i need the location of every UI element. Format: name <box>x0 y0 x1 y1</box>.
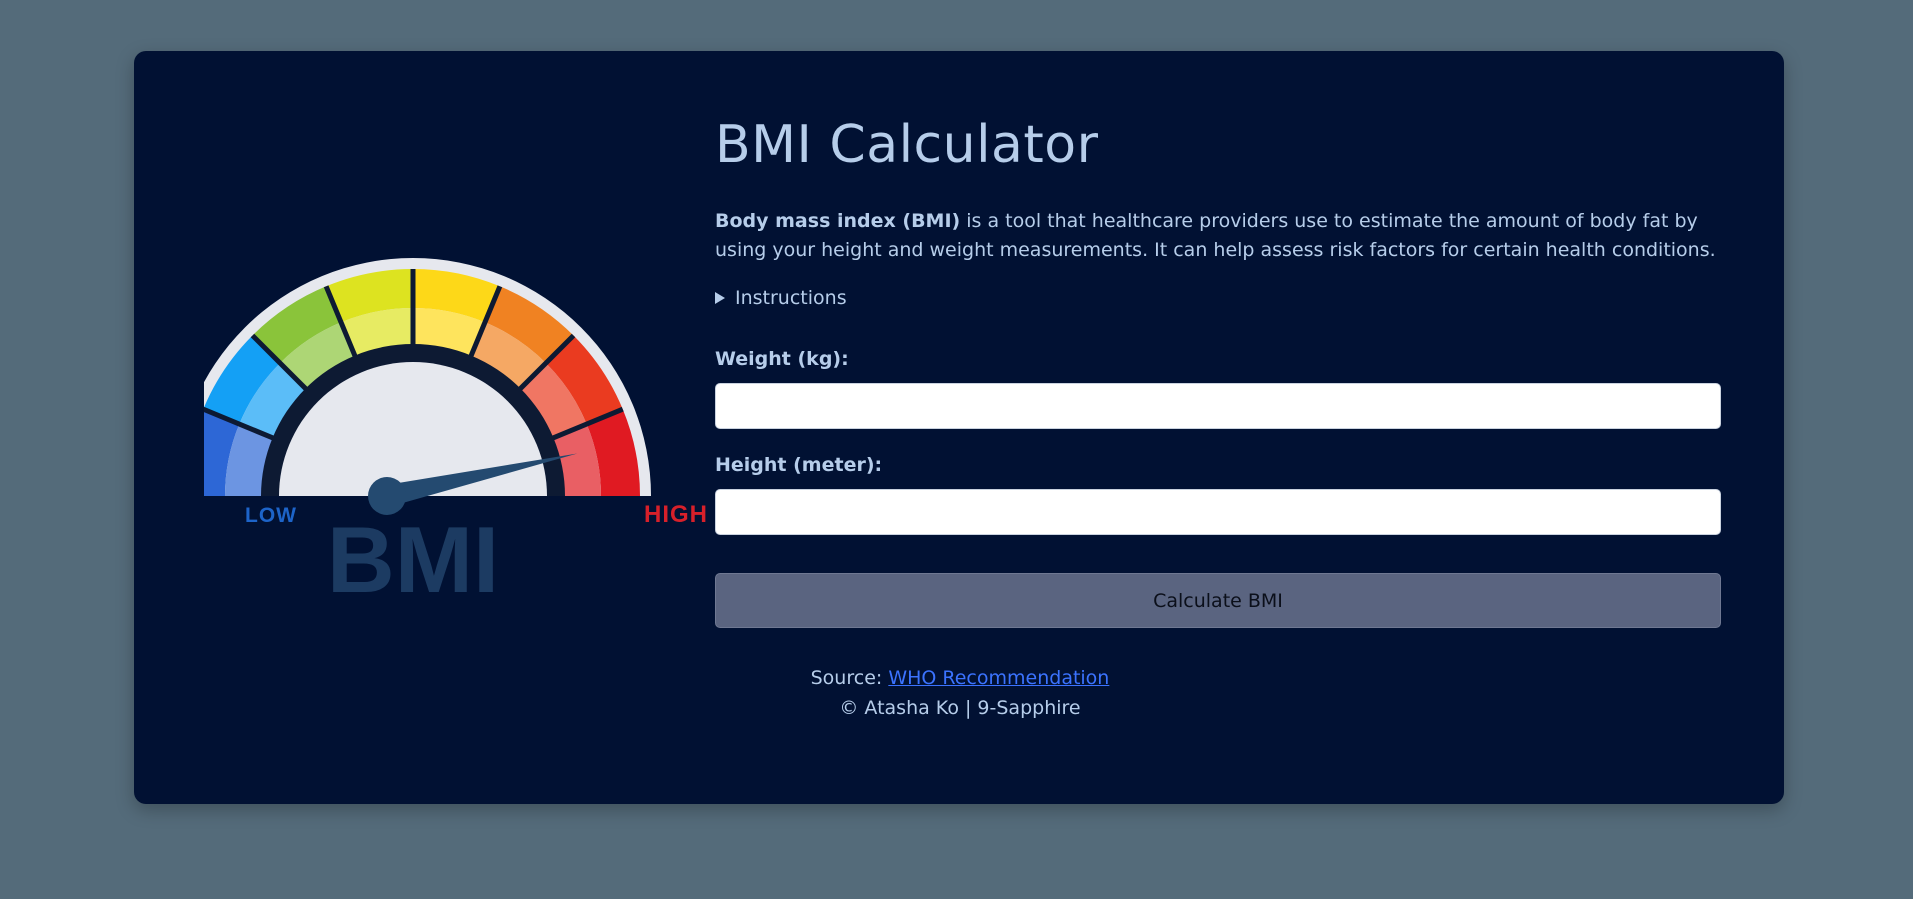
height-label: Height (meter): <box>715 454 883 476</box>
footer: Source: WHO Recommendation © Atasha Ko |… <box>715 663 1205 723</box>
page-title: BMI Calculator <box>715 115 1099 175</box>
calculator-card: LOW HIGH BMI BMI Calculator Body mass in… <box>134 51 1784 804</box>
intro-bold-term: Body mass index (BMI) <box>715 210 961 232</box>
calculate-bmi-button[interactable]: Calculate BMI <box>715 573 1721 628</box>
intro-paragraph: Body mass index (BMI) is a tool that hea… <box>715 207 1721 265</box>
gauge-low-label: LOW <box>245 504 297 527</box>
instructions-toggle[interactable]: Instructions <box>715 285 1721 311</box>
source-prefix: Source: <box>810 667 889 689</box>
gauge-bmi-label: BMI <box>327 507 499 611</box>
height-input[interactable] <box>715 489 1721 535</box>
gauge-high-label: HIGH <box>644 501 708 528</box>
disclosure-triangle-icon <box>715 292 725 304</box>
instructions-label: Instructions <box>735 287 847 309</box>
credit-line: © Atasha Ko | 9-Sapphire <box>839 697 1081 719</box>
weight-label: Weight (kg): <box>715 348 849 370</box>
bmi-gauge-svg: LOW HIGH BMI <box>204 258 708 611</box>
source-line: Source: WHO Recommendation <box>715 663 1205 693</box>
main-content: BMI Calculator Body mass index (BMI) is … <box>715 113 1721 628</box>
bmi-gauge-illustration: LOW HIGH BMI <box>204 191 754 611</box>
weight-input[interactable] <box>715 383 1721 429</box>
who-recommendation-link[interactable]: WHO Recommendation <box>888 667 1109 689</box>
